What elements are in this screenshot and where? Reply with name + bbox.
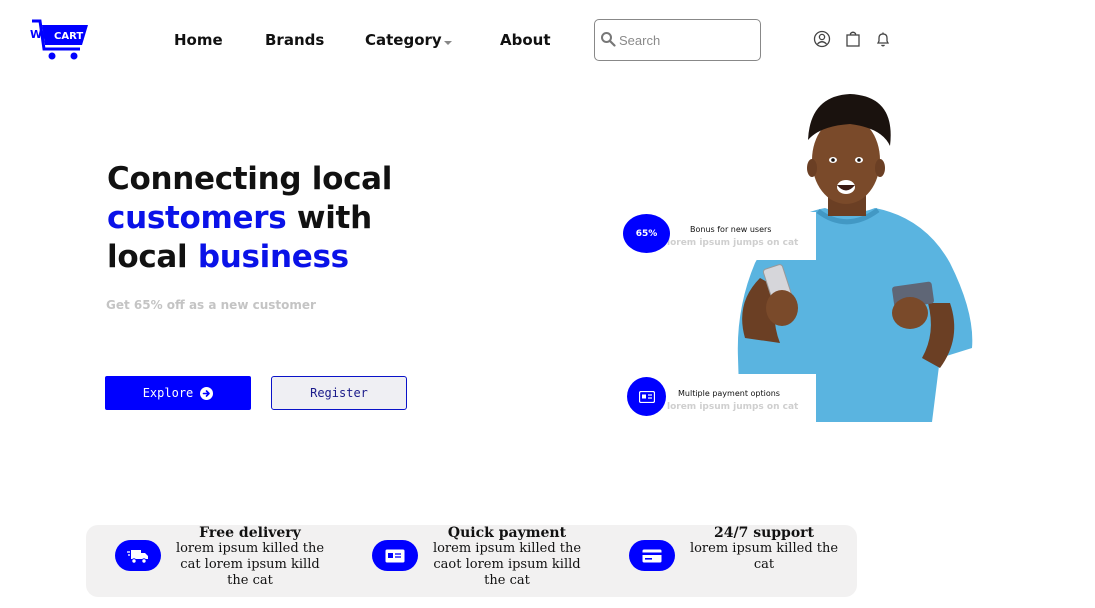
features-bar: Free delivery lorem ipsum killed the cat… bbox=[86, 525, 857, 597]
credit-card-icon bbox=[642, 549, 662, 562]
chevron-down-icon[interactable] bbox=[444, 41, 452, 45]
logo-prefix: Wi bbox=[30, 28, 46, 41]
hero-subtext: Get 65% off as a new customer bbox=[106, 298, 316, 312]
headline-customers: customers bbox=[107, 200, 287, 236]
search-box[interactable] bbox=[594, 19, 761, 61]
nav-category[interactable]: Category bbox=[365, 31, 442, 49]
payment-badge bbox=[627, 377, 666, 416]
headline-with: with bbox=[286, 200, 372, 236]
bonus-badge: 65% bbox=[623, 214, 670, 253]
id-card-icon bbox=[385, 549, 405, 562]
feature-payment-icon-badge bbox=[372, 540, 418, 571]
feature-support-title: 24/7 support bbox=[713, 525, 815, 541]
headline-local: local bbox=[107, 239, 198, 275]
feature-support: 24/7 support lorem ipsum killed the cat bbox=[684, 525, 844, 573]
feature-delivery-title: Free delivery bbox=[199, 525, 301, 541]
feature-payment-title: Quick payment bbox=[447, 525, 567, 541]
bonus-subtitle: lorem ipsum jumps on cat bbox=[667, 238, 799, 248]
truck-icon bbox=[127, 549, 148, 564]
id-card-icon bbox=[638, 390, 655, 403]
bonus-title: Bonus for new users bbox=[690, 225, 772, 234]
explore-button[interactable]: Explore bbox=[105, 376, 251, 410]
bonus-promo-card: Bonus for new users lorem ipsum jumps on… bbox=[660, 212, 816, 260]
feature-delivery-desc: lorem ipsum killed the cat lorem ipsum k… bbox=[175, 541, 325, 588]
payment-title: Multiple payment options bbox=[678, 389, 780, 398]
feature-delivery-icon-badge bbox=[115, 540, 161, 571]
feature-support-icon-badge bbox=[629, 540, 675, 571]
nav-about[interactable]: About bbox=[500, 31, 551, 49]
nav-home[interactable]: Home bbox=[174, 31, 223, 49]
feature-payment: Quick payment lorem ipsum killed the cao… bbox=[427, 525, 587, 589]
feature-support-desc: lorem ipsum killed the cat bbox=[689, 541, 839, 572]
explore-label: Explore bbox=[142, 386, 194, 400]
register-button[interactable]: Register bbox=[271, 376, 407, 410]
user-icon[interactable] bbox=[813, 30, 831, 48]
payment-subtitle: lorem ipsum jumps on cat bbox=[667, 402, 799, 412]
shopping-bag-icon[interactable] bbox=[844, 30, 862, 48]
hero-headline: Connecting local customers with local bu… bbox=[107, 160, 392, 277]
feature-payment-desc: lorem ipsum killed the caot lorem ipsum … bbox=[432, 541, 582, 588]
register-label: Register bbox=[310, 386, 368, 400]
feature-delivery: Free delivery lorem ipsum killed the cat… bbox=[170, 525, 330, 589]
bell-icon[interactable] bbox=[874, 30, 892, 48]
search-input[interactable] bbox=[619, 30, 754, 50]
arrow-right-icon bbox=[200, 386, 214, 400]
wicart-logo[interactable]: Wi CART bbox=[30, 19, 90, 61]
search-icon bbox=[601, 32, 616, 47]
logo-word: CART bbox=[54, 31, 83, 42]
payment-promo-card: Multiple payment options lorem ipsum jum… bbox=[660, 374, 816, 422]
headline-line1: Connecting local bbox=[107, 161, 393, 197]
nav-brands[interactable]: Brands bbox=[265, 31, 324, 49]
headline-business: business bbox=[197, 239, 349, 275]
